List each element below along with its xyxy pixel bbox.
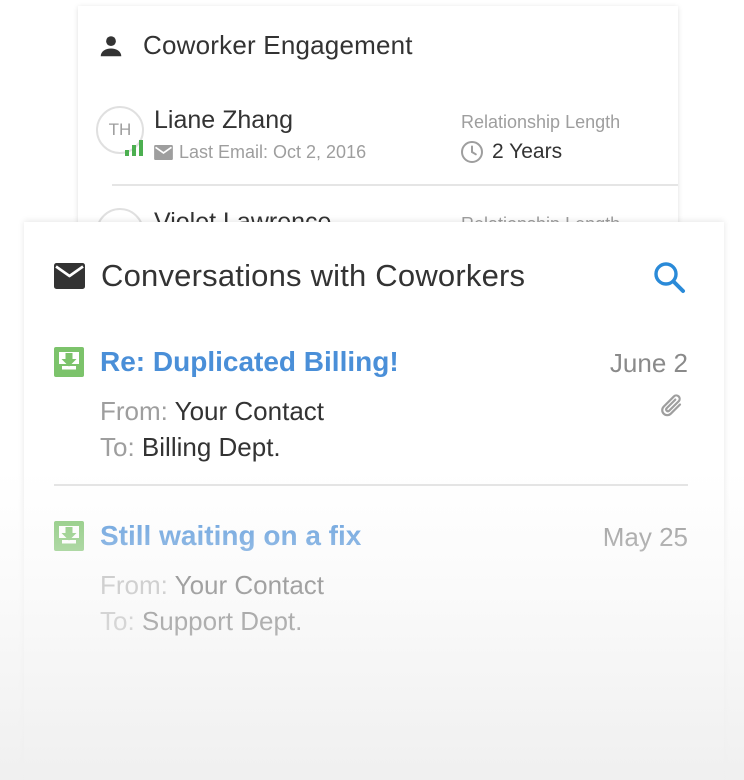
to-label: To: [100,432,142,462]
engagement-header: Coworker Engagement [98,30,413,61]
conversation-to: To: Support Dept. [100,606,302,637]
conversation-to: To: Billing Dept. [100,432,281,463]
signal-bars-icon [125,140,143,156]
conversation-from: From: Your Contact [100,570,324,601]
conversation-subject-link[interactable]: Re: Duplicated Billing! [100,346,399,378]
person-icon [100,35,122,56]
inbox-download-icon [54,347,84,377]
conversation-date: June 2 [609,348,688,378]
to-label: To: [100,606,142,636]
relationship-length: 2 Years [460,140,562,164]
last-email-text: Last Email: Oct 2, 2016 [179,142,367,162]
contact-name[interactable]: Liane Zhang [154,106,293,135]
from-label: From: [100,570,175,600]
divider [54,484,688,486]
from-label: From: [100,396,175,426]
conversation-subject-link[interactable]: Still waiting on a fix [100,520,361,552]
inbox-download-icon [54,521,84,551]
envelope-icon [54,263,85,289]
divider [112,184,678,186]
last-email: Last Email: Oct 2, 2016 [154,142,366,163]
paperclip-icon[interactable] [660,392,686,420]
relationship-length-value: 2 Years [492,140,563,163]
clock-icon [461,141,483,163]
engagement-title: Coworker Engagement [143,30,413,60]
conversations-header: Conversations with Coworkers [54,258,525,294]
contact-row[interactable]: TH Liane Zhang Last Email: Oct 2, 2016 R… [96,102,678,172]
to-value: Billing Dept. [141,432,281,462]
conversation-item[interactable]: Re: Duplicated Billing! June 2 From: You… [54,344,688,486]
conversation-item[interactable]: Still waiting on a fix May 25 From: Your… [54,518,688,648]
relationship-length-label: Relationship Length [461,112,621,132]
from-value: Your Contact [174,570,325,600]
search-icon [654,262,685,293]
conversations-title: Conversations with Coworkers [101,258,526,293]
mail-icon [154,145,173,160]
conversation-from: From: Your Contact [100,396,324,427]
search-button[interactable] [652,260,688,296]
coworker-engagement-card: Coworker Engagement TH Liane Zhang Last … [78,6,678,246]
to-value: Support Dept. [141,606,303,636]
conversations-card: Conversations with Coworkers Re: Duplica… [24,222,724,780]
conversation-date: May 25 [602,522,688,552]
from-value: Your Contact [174,396,325,426]
